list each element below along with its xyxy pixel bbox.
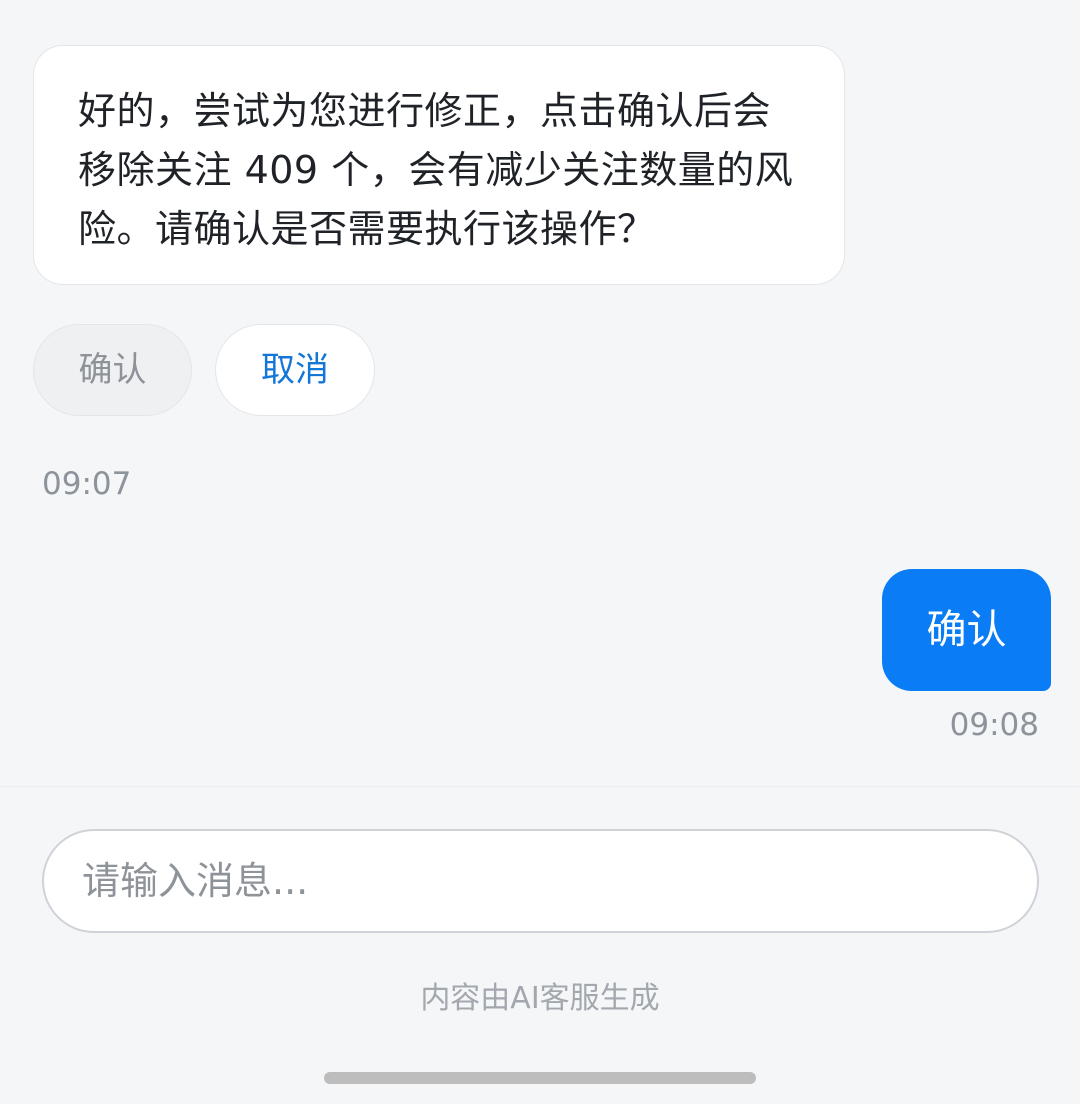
bot-message-timestamp: 09:07 bbox=[42, 466, 132, 502]
home-indicator-bar[interactable] bbox=[324, 1072, 756, 1084]
quick-reply-cancel-button[interactable]: 取消 bbox=[215, 324, 375, 416]
composer-footer: 内容由AI客服生成 bbox=[0, 786, 1080, 1104]
ai-disclaimer-text: 内容由AI客服生成 bbox=[420, 981, 660, 1016]
chat-message-list: 好的，尝试为您进行修正，点击确认后会移除关注 409 个，会有减少关注数量的风险… bbox=[0, 0, 1080, 786]
user-message-timestamp: 09:08 bbox=[949, 707, 1039, 743]
user-message-bubble: 确认 bbox=[882, 569, 1051, 691]
message-input[interactable] bbox=[42, 829, 1039, 933]
bot-message-bubble: 好的，尝试为您进行修正，点击确认后会移除关注 409 个，会有减少关注数量的风险… bbox=[33, 45, 845, 285]
quick-reply-confirm-button[interactable]: 确认 bbox=[33, 324, 192, 416]
